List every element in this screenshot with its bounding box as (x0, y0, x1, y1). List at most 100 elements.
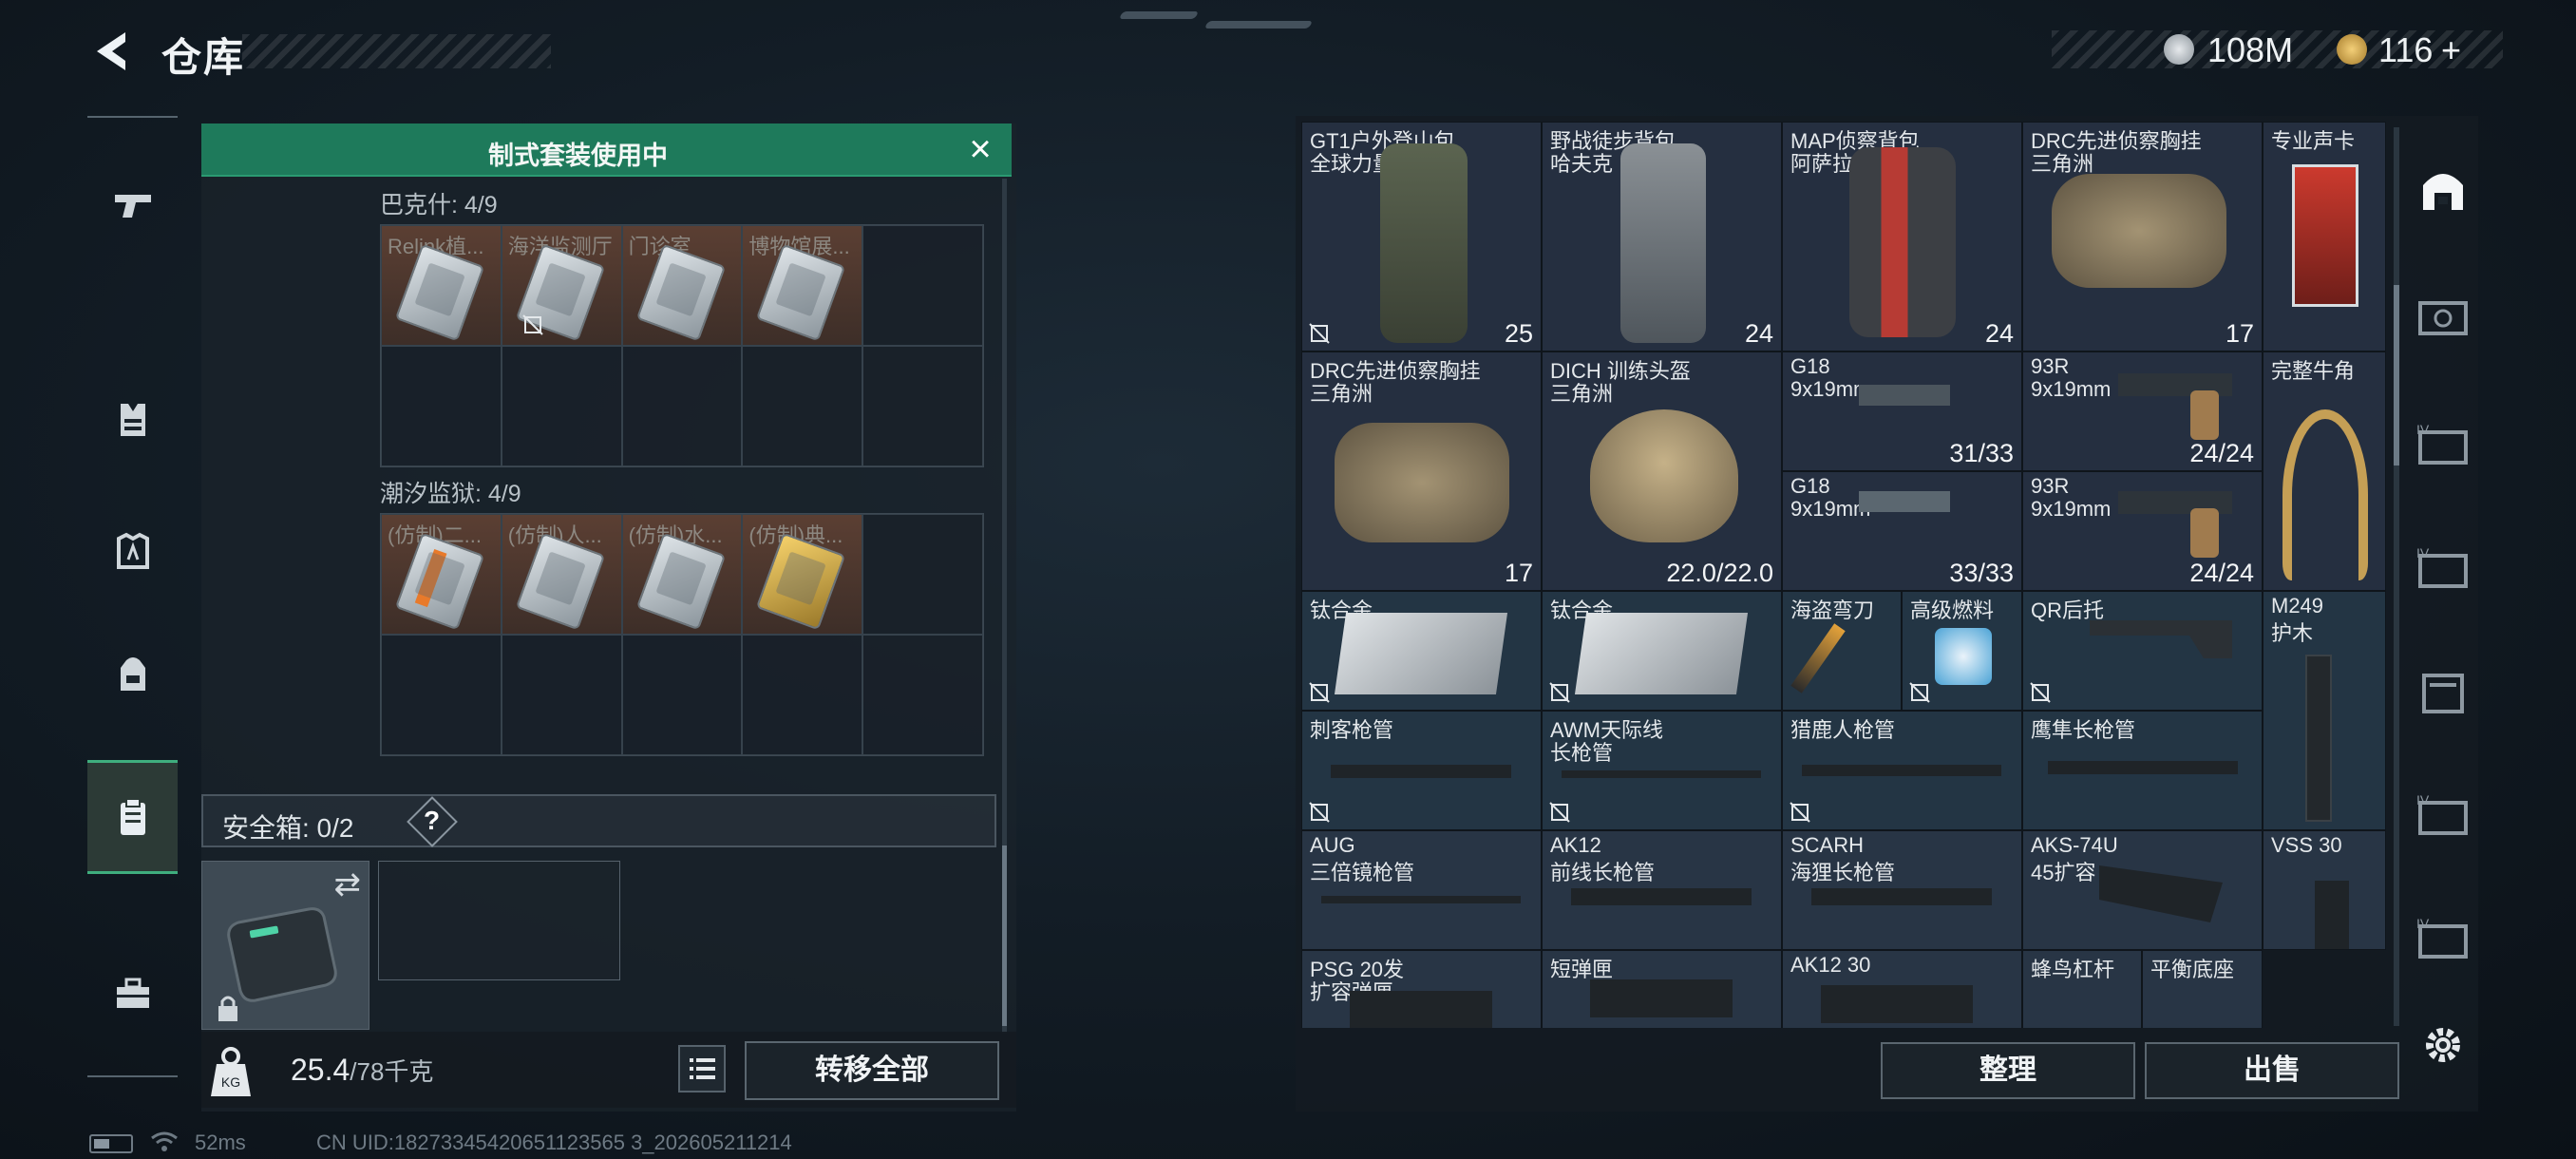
storage-item[interactable]: QR后托 (2022, 591, 2263, 711)
swap-icon[interactable]: ⇄ (334, 865, 362, 903)
storage-item[interactable]: SCARH 海狸长枪管 (1782, 830, 2022, 950)
add-currency-button[interactable]: + (2441, 30, 2461, 70)
key-slot[interactable] (501, 346, 622, 466)
storage-item[interactable]: G18 9x19mm 33/33 (1782, 471, 2022, 591)
storage-item[interactable]: AK12 前线长枪管 (1542, 830, 1782, 950)
list-icon (690, 1058, 715, 1079)
tab-storage-3[interactable]: IV (2408, 517, 2478, 623)
magazine-icon (2099, 865, 2223, 922)
tab-home-vault[interactable] (2408, 137, 2478, 243)
key-slot[interactable]: (仿制)人... (501, 514, 622, 635)
key-slot[interactable] (621, 635, 743, 755)
storage-item[interactable]: 短弹匣 (1542, 950, 1782, 1028)
sell-button[interactable]: 出售 (2145, 1042, 2399, 1099)
tab-storage-2[interactable]: IV (2408, 393, 2478, 500)
key-slot[interactable] (862, 514, 983, 635)
storage-item[interactable]: MAP侦察背包 阿萨拉 24 (1782, 122, 2022, 352)
gear-icon[interactable] (2418, 1020, 2468, 1070)
transfer-all-button[interactable]: 转移全部 (745, 1041, 999, 1100)
helmet-icon (1590, 409, 1738, 542)
key-slot[interactable] (381, 346, 502, 466)
magazine-icon (1350, 991, 1492, 1028)
sort-button[interactable]: 整理 (1881, 1042, 2135, 1099)
key-slot[interactable]: (仿制)典... (742, 514, 863, 635)
storage-item[interactable]: 猎鹿人枪管 (1782, 711, 2022, 830)
pistol-icon (1859, 385, 1950, 451)
storage-item[interactable]: 蜂鸟杠杆 (2022, 950, 2142, 1028)
storage-item[interactable]: 完整牛角 (2263, 352, 2386, 591)
tab-storage-1[interactable] (2408, 264, 2478, 370)
storage-item[interactable]: 野战徒步背包 哈夫克 24 (1542, 122, 1782, 352)
key-slot[interactable]: (仿制)水... (621, 514, 743, 635)
silver-coin-icon (2164, 34, 2194, 65)
storage-scrollbar[interactable] (2394, 127, 2399, 1026)
weight-value: 25.4 (291, 1053, 350, 1087)
sidebar-item-vests[interactable] (87, 363, 178, 477)
storage-item[interactable]: AWM天际线 长枪管 (1542, 711, 1782, 830)
safebox-header: 安全箱: 0/2 ? (201, 794, 996, 847)
tab-storage-6[interactable]: IV (2408, 887, 2478, 994)
key-slot[interactable] (862, 346, 983, 466)
storage-item[interactable]: 专业声卡 (2263, 122, 2386, 352)
storage-item[interactable]: 93R 9x19mm 24/24 (2022, 471, 2263, 591)
key-slot[interactable]: 门诊室 (621, 225, 743, 346)
storage-tab-icon (2418, 301, 2468, 335)
safebox-empty-slot[interactable] (378, 861, 620, 980)
storage-item[interactable]: PSG 20发扩容弹匣 (1301, 950, 1542, 1028)
storage-item[interactable]: 高级燃料 (1902, 591, 2022, 711)
horn-icon (2282, 409, 2368, 580)
key-slot[interactable]: (仿制)二... (381, 514, 502, 635)
storage-item[interactable]: 刺客枪管 (1301, 711, 1542, 830)
storage-item[interactable]: M249 护木 (2263, 591, 2386, 830)
magazine-icon (1821, 985, 1973, 1023)
key-slot[interactable]: 博物馆展... (742, 225, 863, 346)
loadout-scroll-thumb[interactable] (1002, 846, 1007, 1026)
key-slot[interactable]: Relink植... (381, 225, 502, 346)
list-view-button[interactable] (678, 1045, 726, 1092)
sound-card-icon (2292, 164, 2358, 307)
storage-item[interactable]: DRC先进侦察胸挂 三角洲 17 (1301, 352, 1542, 591)
storage-item[interactable]: GT1户外登山包 全球力量 25 (1301, 122, 1542, 352)
storage-item[interactable]: G18 9x19mm 31/33 (1782, 352, 2022, 471)
sidebar-item-weapons[interactable] (87, 148, 178, 262)
key-slot[interactable] (621, 346, 743, 466)
storage-tab-icon: IV (2416, 546, 2468, 588)
tab-storage-5[interactable]: IV (2408, 764, 2478, 870)
storage-item[interactable]: AUG 三倍镜枪管 (1301, 830, 1542, 950)
storage-item[interactable]: DRC先进侦察胸挂 三角洲 17 (2022, 122, 2263, 352)
storage-scroll-thumb[interactable] (2394, 285, 2399, 466)
sidebar-item-armor[interactable] (87, 494, 178, 608)
key-slot[interactable] (501, 635, 622, 755)
sidebar-item-backpacks[interactable] (87, 618, 178, 732)
unbound-icon (522, 314, 543, 335)
tab-storage-4[interactable] (2408, 640, 2478, 747)
back-button[interactable] (87, 27, 135, 76)
storage-item[interactable]: AK12 30 (1782, 950, 2022, 1028)
help-text[interactable]: ? (424, 806, 440, 836)
key-slot[interactable] (862, 635, 983, 755)
ping-readout: 52ms (195, 1130, 246, 1154)
key-slot[interactable] (862, 225, 983, 346)
key-slot[interactable]: 海洋监测厅 (501, 225, 622, 346)
section-label-tidal-prison: 潮汐监狱: 4/9 (380, 481, 521, 507)
storage-item[interactable]: 鹰隼长枪管 (2022, 711, 2263, 830)
storage-item[interactable]: 平衡底座 (2142, 950, 2263, 1028)
storage-item[interactable]: 海盗弯刀 (1782, 591, 1902, 711)
sidebar-item-toolbox[interactable] (87, 937, 178, 1051)
key-slot[interactable] (742, 635, 863, 755)
safebox-slot[interactable]: ⇄ (201, 861, 369, 1030)
backpack-icon (1620, 143, 1706, 343)
storage-item[interactable]: 钛合金 (1301, 591, 1542, 711)
pistol-grip-icon (2190, 390, 2219, 440)
sidebar-item-loadout[interactable] (87, 760, 178, 874)
storage-item[interactable]: 钛合金 (1542, 591, 1782, 711)
key-slot[interactable] (381, 635, 502, 755)
storage-item[interactable]: DICH 训练头盔 三角洲 22.0/22.0 (1542, 352, 1782, 591)
key-slot[interactable] (742, 346, 863, 466)
section-label-bakesh: 巴克什: 4/9 (380, 192, 498, 218)
storage-item[interactable]: AKS-74U 45扩容 (2022, 830, 2263, 950)
storage-item[interactable]: 93R 9x19mm 24/24 (2022, 352, 2263, 471)
currency-bar[interactable]: 108M 116 + (2052, 30, 2503, 70)
storage-item[interactable]: VSS 30 (2263, 830, 2386, 950)
close-banner-button[interactable]: × (958, 127, 1002, 171)
